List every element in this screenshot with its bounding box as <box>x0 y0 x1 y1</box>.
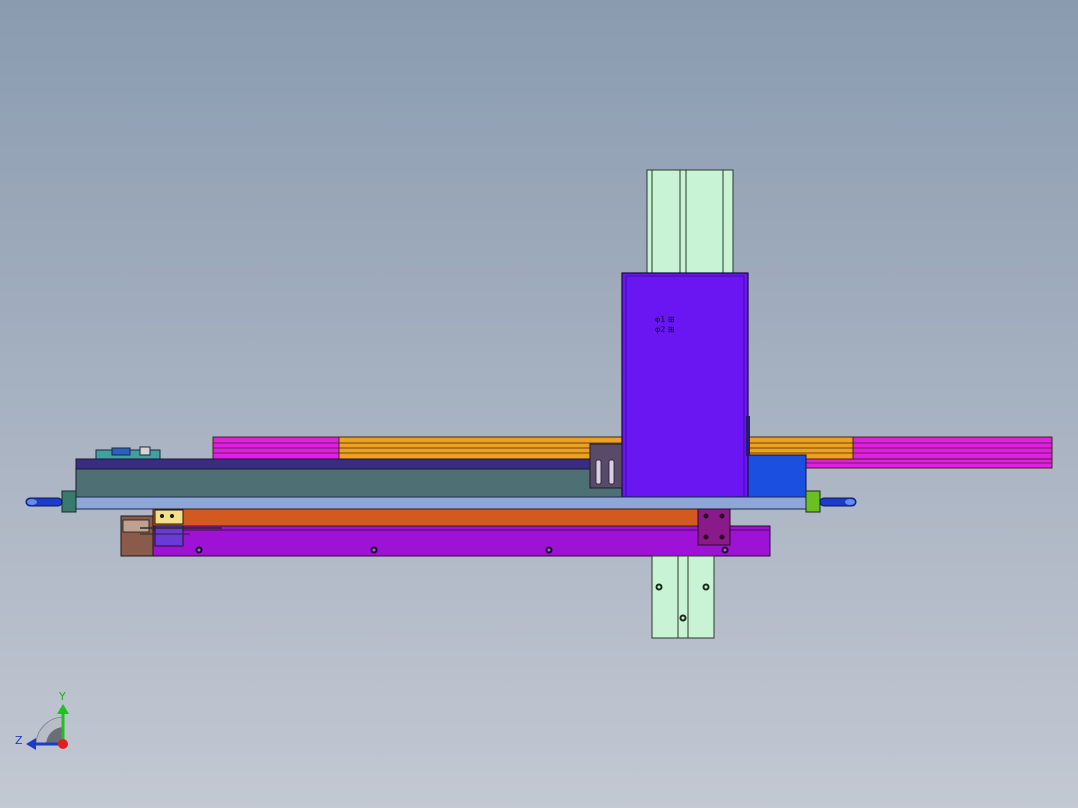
fitting-right <box>819 497 857 507</box>
clamp-bracket <box>589 443 623 489</box>
cad-viewport[interactable]: φ1 ⊞ φ2 ⊞ Y Z <box>0 0 1078 808</box>
column-guide-upper <box>646 169 734 277</box>
plate-mark-1: φ1 ⊞ <box>655 315 675 324</box>
z-axis-label: Z <box>15 734 23 747</box>
lower-rail <box>152 525 771 557</box>
slider-plate <box>621 272 750 498</box>
plate-marks: φ1 ⊞ φ2 ⊞ <box>655 315 675 334</box>
column-guide-lower <box>651 555 715 639</box>
view-triad[interactable]: Y Z <box>15 690 69 750</box>
y-axis-label: Y <box>58 690 66 703</box>
carriage-block <box>697 508 731 546</box>
mounting-plate <box>61 496 819 510</box>
origin-icon <box>58 739 68 749</box>
carriage-bar <box>152 508 699 527</box>
end-cap-right <box>805 490 821 513</box>
motor-block <box>747 454 807 498</box>
end-cap-left <box>61 490 77 513</box>
plate-mark-2: φ2 ⊞ <box>655 325 675 334</box>
fitting-left <box>25 497 63 507</box>
connector-block <box>95 446 161 461</box>
